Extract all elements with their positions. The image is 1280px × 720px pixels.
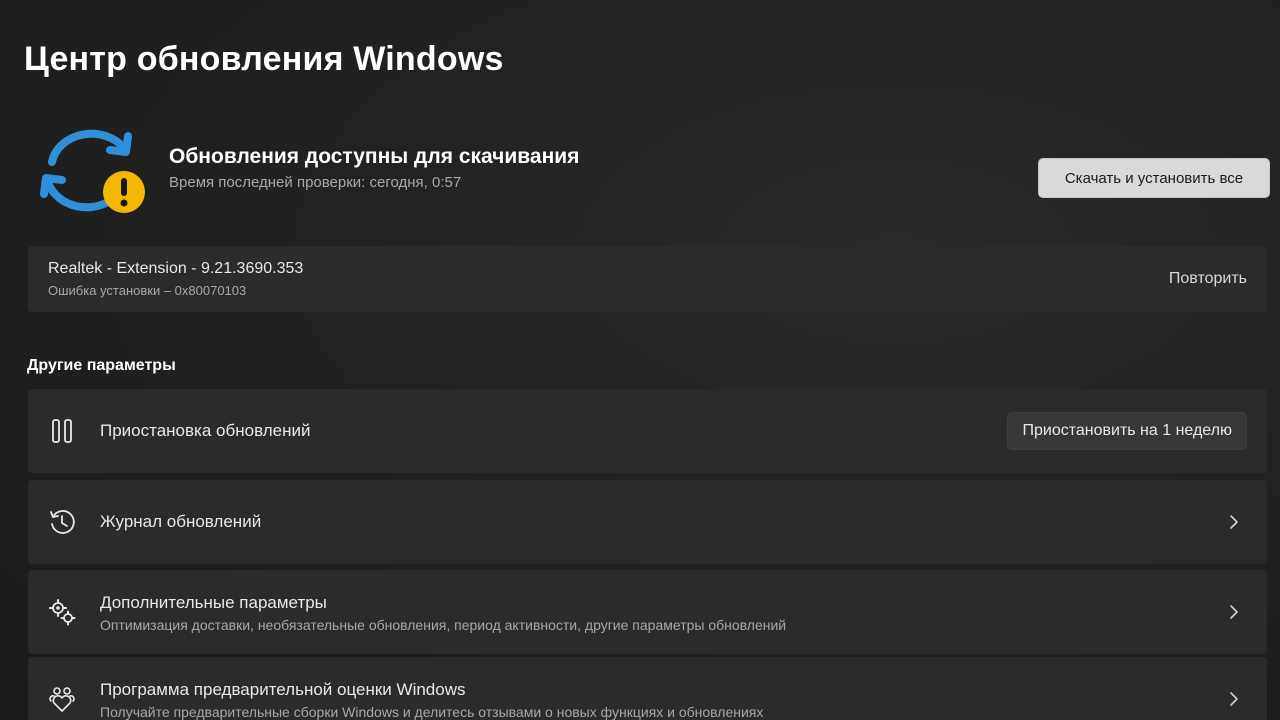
option-label: Дополнительные параметры xyxy=(100,593,327,612)
pause-icon xyxy=(52,419,72,443)
retry-button[interactable]: Повторить xyxy=(1169,270,1247,288)
history-icon xyxy=(50,510,75,534)
option-description: Оптимизация доставки, необязательные обн… xyxy=(100,617,787,633)
pause-updates-row: Приостановка обновлений Приостановить на… xyxy=(28,389,1267,473)
update-history-row[interactable]: Журнал обновлений xyxy=(28,480,1267,564)
sync-warning-icon xyxy=(40,129,145,213)
download-install-all-button[interactable]: Скачать и установить все xyxy=(1038,158,1270,198)
status-title: Обновления доступны для скачивания xyxy=(169,145,580,168)
pause-one-week-button[interactable]: Приостановить на 1 неделю xyxy=(1007,412,1247,450)
update-name: Realtek - Extension - 9.21.3690.353 xyxy=(48,260,304,277)
update-error-text: Ошибка установки – 0x80070103 xyxy=(48,283,247,298)
option-label: Приостановка обновлений xyxy=(100,421,311,440)
chevron-right-icon xyxy=(1230,515,1238,529)
chevron-right-icon xyxy=(1230,605,1238,619)
last-check-text: Время последней проверки: сегодня, 0:57 xyxy=(169,174,462,191)
settings-page: Центр обновления Windows Обновления дост… xyxy=(0,0,1280,720)
page-title: Центр обновления Windows xyxy=(24,40,504,78)
insider-program-row[interactable]: Программа предварительной оценки Windows… xyxy=(28,657,1267,720)
status-texts: Обновления доступны для скачивания Время… xyxy=(169,144,579,194)
insider-hearts-icon xyxy=(49,687,75,712)
section-heading: Другие параметры xyxy=(27,357,176,374)
gears-icon xyxy=(49,599,76,626)
option-label: Журнал обновлений xyxy=(100,512,262,531)
option-label: Программа предварительной оценки Windows xyxy=(100,680,466,699)
advanced-options-row[interactable]: Дополнительные параметры Оптимизация дос… xyxy=(28,570,1267,654)
failed-update-row: Realtek - Extension - 9.21.3690.353 Ошиб… xyxy=(28,246,1267,312)
option-description: Получайте предварительные сборки Windows… xyxy=(100,704,764,720)
chevron-right-icon xyxy=(1230,692,1238,706)
update-status-header: Обновления доступны для скачивания Время… xyxy=(38,120,1270,220)
